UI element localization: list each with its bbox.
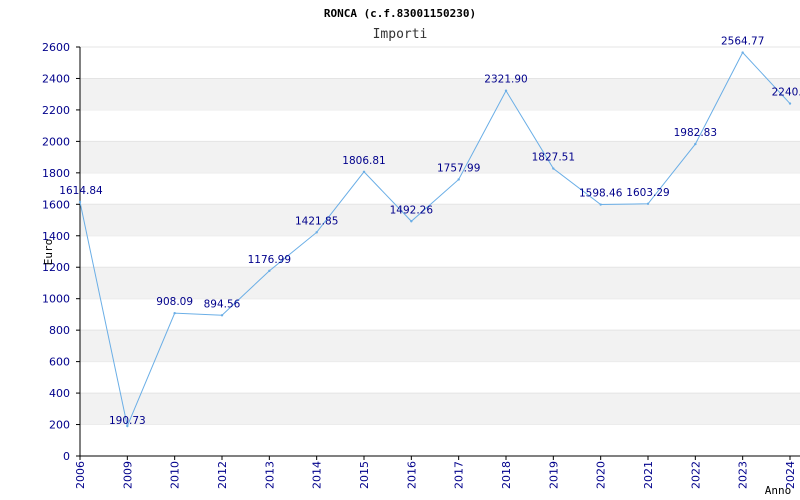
y-tick-label: 2400 (42, 72, 70, 85)
data-label: 894.56 (204, 298, 241, 310)
line-chart: 0200400600800100012001400160018002000220… (42, 7, 800, 497)
y-tick-label: 1000 (42, 293, 70, 306)
y-tick-label: 1800 (42, 167, 70, 180)
x-tick-label: 2015 (358, 461, 371, 489)
y-tick-label: 2600 (42, 41, 70, 54)
x-tick-labels: 2006 2009 2010 2012 2013 2014 2015 2016 2017 2018… (74, 461, 797, 489)
x-tick-label: 2020 (595, 461, 608, 489)
data-label: 2240.6 (772, 87, 800, 99)
data-label: 190.73 (109, 415, 146, 427)
x-axis-label: Anno (765, 484, 792, 497)
data-label: 1176.99 (248, 254, 291, 266)
x-tick-label: 2010 (169, 461, 182, 489)
data-label: 1614.84 (59, 185, 103, 197)
chart-subtitle: Importi (373, 27, 428, 42)
data-point (268, 269, 271, 273)
y-tick-label: 2200 (42, 104, 70, 117)
grid-bands (80, 46, 800, 426)
data-point (694, 142, 697, 146)
data-label: 1806.81 (342, 155, 385, 167)
y-tick-label: 600 (49, 356, 70, 369)
data-label: 1757.99 (437, 162, 480, 174)
y-tick-label: 0 (63, 450, 70, 463)
data-label: 1421.85 (295, 215, 338, 227)
x-tick-label: 2013 (263, 461, 276, 489)
data-point (741, 51, 744, 54)
x-tick-label: 2012 (216, 461, 229, 489)
x-tick-label: 2016 (405, 461, 418, 489)
x-tick-label: 2021 (642, 461, 655, 489)
data-label: 908.09 (156, 296, 193, 308)
y-tick-label: 2000 (42, 135, 70, 148)
y-axis-label: Euro (42, 239, 55, 266)
data-point (315, 231, 318, 234)
grid-band (80, 330, 800, 362)
data-point (410, 220, 413, 223)
y-tick-label: 200 (49, 419, 70, 432)
y-tick-label: 800 (49, 324, 70, 337)
grid-band (80, 78, 800, 110)
x-tick-label: 2017 (453, 461, 466, 489)
data-label: 1827.51 (532, 152, 575, 164)
data-point (78, 200, 82, 204)
data-point (599, 203, 602, 206)
data-point (646, 202, 650, 205)
data-point (788, 102, 792, 105)
data-point (220, 314, 224, 317)
grid-band (80, 267, 800, 299)
data-label: 2321.90 (484, 74, 527, 86)
x-tick-label: 2006 (74, 461, 87, 489)
x-tick-label: 2023 (737, 461, 750, 489)
y-tick-label: 1600 (42, 198, 70, 211)
y-tick-label: 400 (49, 387, 70, 400)
x-tick-label: 2022 (689, 461, 702, 489)
x-tick-label: 2018 (500, 461, 513, 489)
x-tick-label: 2014 (311, 461, 324, 489)
data-point (362, 170, 366, 173)
data-point (504, 89, 508, 92)
data-label: 1492.26 (390, 204, 434, 216)
grid-band (80, 393, 800, 425)
x-tick-label: 2019 (547, 461, 560, 489)
data-label: 1982.83 (674, 127, 717, 139)
data-label: 1598.46 (579, 188, 623, 200)
grid-band (80, 204, 800, 236)
data-label: 2564.77 (721, 36, 764, 48)
data-point (173, 311, 176, 315)
chart-title: RONCA (c.f.83001150230) (324, 7, 476, 20)
x-tick-label: 2009 (121, 461, 134, 489)
data-point (457, 178, 460, 181)
data-label: 1603.29 (626, 187, 669, 199)
data-point (552, 167, 555, 170)
